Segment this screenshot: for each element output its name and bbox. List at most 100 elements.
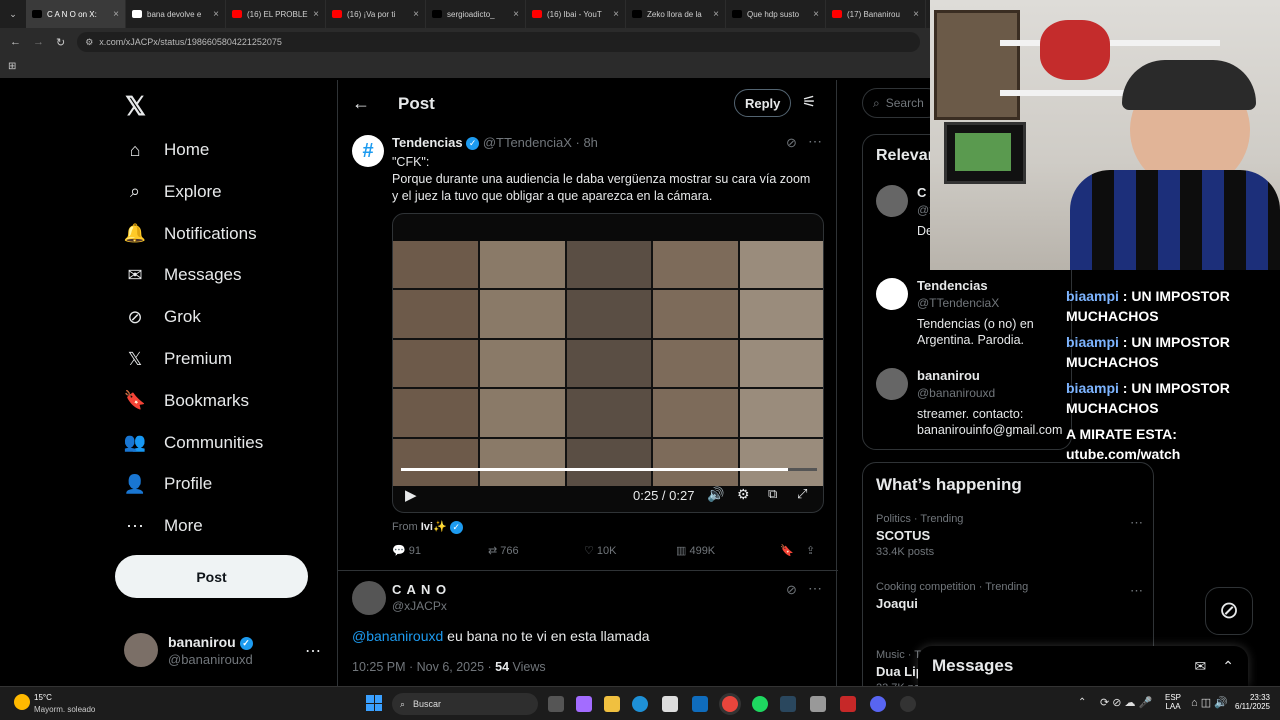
tab-close-icon[interactable]: × <box>713 9 719 20</box>
tab-close-icon[interactable]: × <box>213 9 219 20</box>
video-player[interactable]: ▶ 0:25 / 0:27 🔊 ⚙ ⧉ ⤢ <box>392 213 824 513</box>
network-volume-icons[interactable]: ⌂ ◫ 🔊 <box>1191 696 1228 709</box>
share-icon[interactable]: ⇪ <box>806 544 815 557</box>
browser-tab[interactable]: sergioadicto_ × <box>426 0 526 28</box>
video-progress-track[interactable] <box>401 468 817 471</box>
tweet-author-name[interactable]: Tendencias <box>392 135 463 150</box>
tab-close-icon[interactable]: × <box>513 9 519 20</box>
browser-tab[interactable]: (16) ¡Va por ti × <box>326 0 426 28</box>
reply-mention[interactable]: @bananirouxd <box>352 628 443 644</box>
trend-more-icon[interactable]: ⋯ <box>1130 583 1143 599</box>
nav-item-grok[interactable]: ⊘ Grok <box>124 298 200 336</box>
tweet-more-icon[interactable]: ⋯ <box>808 133 822 150</box>
nav-item-premium[interactable]: 𝕏 Premium <box>124 340 232 378</box>
url-field[interactable]: ⚙ x.com/xJACPx/status/198660580422125207… <box>77 32 920 52</box>
expand-up-icon[interactable]: ⌃ <box>1222 658 1234 675</box>
tab-close-icon[interactable]: × <box>313 9 319 20</box>
nav-item-home[interactable]: ⌂ Home <box>124 131 210 169</box>
weather-icon[interactable] <box>14 694 30 710</box>
steam-icon[interactable] <box>780 696 796 712</box>
reload-icon[interactable]: ↻ <box>56 36 65 49</box>
tweet-avatar[interactable]: # <box>352 135 384 167</box>
reply-author-name[interactable]: C A N O <box>392 582 447 597</box>
nav-item-explore[interactable]: ⌕ Explore <box>124 173 222 211</box>
bookmark-icon[interactable]: 🔖 <box>780 544 806 557</box>
person-avatar[interactable] <box>876 278 908 310</box>
views-action[interactable]: ▥ 499K <box>676 544 780 557</box>
apps-grid-icon[interactable]: ⊞ <box>8 61 16 72</box>
browser-tab[interactable]: Zeko llora de la × <box>626 0 726 28</box>
trend-item[interactable]: Cooking competition · Trending Joaqui ⋯ <box>876 581 1146 614</box>
site-info-icon[interactable]: ⚙ <box>85 37 93 48</box>
settings-sliders-icon[interactable]: ⚟ <box>802 92 816 112</box>
person-handle[interactable]: @bananirouxd <box>917 386 995 400</box>
account-avatar[interactable] <box>124 633 158 667</box>
browser-tab[interactable]: (16) Ibai - YouT × <box>526 0 626 28</box>
person-avatar[interactable] <box>876 185 908 217</box>
reply-author-handle[interactable]: @xJACPx <box>392 599 447 613</box>
browser-tab[interactable]: (17) Bananirou × <box>826 0 926 28</box>
tweet-time[interactable]: · 8h <box>576 135 598 150</box>
reply-avatar[interactable] <box>352 581 386 615</box>
tab-close-icon[interactable]: × <box>413 9 419 20</box>
clock[interactable]: 23:33 6/11/2025 <box>1228 693 1270 711</box>
x-logo-icon[interactable]: 𝕏 <box>125 91 146 122</box>
weather-temp[interactable]: 15°C <box>34 693 52 702</box>
file-explorer-icon[interactable] <box>604 696 620 712</box>
discord-icon[interactable] <box>870 696 886 712</box>
nav-item-more[interactable]: ⋯ More <box>124 507 203 545</box>
nav-item-profile[interactable]: 👤 Profile <box>124 465 212 503</box>
person-avatar[interactable] <box>876 368 908 400</box>
tab-close-icon[interactable]: × <box>613 9 619 20</box>
tab-list-chevron-icon[interactable]: ⌄ <box>0 9 26 20</box>
tab-close-icon[interactable]: × <box>113 9 119 20</box>
forward-arrow-icon[interactable]: → <box>33 36 44 48</box>
tab-close-icon[interactable]: × <box>813 9 819 20</box>
browser-tab[interactable]: C A N O on X: × <box>26 0 126 28</box>
browser-tab[interactable]: bana devolve e × <box>126 0 226 28</box>
reply-timestamp[interactable]: 10:25 PM · Nov 6, 2025 · <box>352 660 495 674</box>
back-arrow-icon[interactable]: ← <box>10 36 21 48</box>
nav-item-communities[interactable]: 👥 Communities <box>124 424 263 462</box>
copilot-icon[interactable] <box>576 696 592 712</box>
reply-more-icon[interactable]: ⋯ <box>808 580 822 597</box>
chrome-icon[interactable] <box>722 696 738 712</box>
grok-icon[interactable]: ⊘ <box>786 582 797 598</box>
messages-drawer[interactable]: Messages ✉ ⌃ <box>918 646 1248 686</box>
nav-item-notifications[interactable]: 🔔 Notifications <box>124 215 257 253</box>
tray-chevron-icon[interactable]: ⌃ <box>1078 697 1086 708</box>
person-name[interactable]: bananirou <box>917 368 980 383</box>
tweet-author-handle[interactable]: @TTendenciaX <box>483 135 572 150</box>
trend-item[interactable]: Politics · Trending SCOTUS 33.4K posts ⋯ <box>876 513 1146 558</box>
store-icon[interactable] <box>662 696 678 712</box>
like-action[interactable]: ♡ 10K <box>584 544 676 557</box>
repost-action[interactable]: ⇄ 766 <box>488 544 584 557</box>
person-handle[interactable]: @TTendenciaX <box>917 296 999 310</box>
language-indicator[interactable]: ESP LAA <box>1165 693 1181 711</box>
new-message-icon[interactable]: ✉ <box>1195 658 1207 675</box>
app-icon[interactable] <box>900 696 916 712</box>
play-icon[interactable]: ▶ <box>405 486 417 504</box>
reply-button[interactable]: Reply <box>734 89 792 117</box>
post-button[interactable]: Post <box>115 555 308 598</box>
pip-icon[interactable]: ⧉ <box>768 486 777 502</box>
obs-icon[interactable] <box>840 696 856 712</box>
settings-icon[interactable] <box>810 696 826 712</box>
grok-icon[interactable]: ⊘ <box>786 135 797 151</box>
volume-icon[interactable]: 🔊 <box>707 486 724 503</box>
outlook-icon[interactable] <box>692 696 708 712</box>
fullscreen-icon[interactable]: ⤢ <box>797 486 807 502</box>
tray-icons[interactable]: ⟳ ⊘ ☁ 🎤 <box>1100 696 1152 709</box>
back-icon[interactable]: ← <box>352 93 370 114</box>
task-view-icon[interactable] <box>548 696 564 712</box>
account-menu-icon[interactable]: ⋯ <box>305 641 321 661</box>
grok-fab-icon[interactable]: ⊘ <box>1205 587 1253 635</box>
video-settings-icon[interactable]: ⚙ <box>737 486 750 503</box>
taskbar-search[interactable]: ⌕ Buscar <box>392 693 538 715</box>
nav-item-bookmarks[interactable]: 🔖 Bookmarks <box>124 382 249 420</box>
person-name[interactable]: Tendencias <box>917 278 988 293</box>
tab-close-icon[interactable]: × <box>913 9 919 20</box>
nav-item-messages[interactable]: ✉ Messages <box>124 256 241 294</box>
spotify-icon[interactable] <box>752 696 768 712</box>
browser-tab[interactable]: (16) EL PROBLE × <box>226 0 326 28</box>
